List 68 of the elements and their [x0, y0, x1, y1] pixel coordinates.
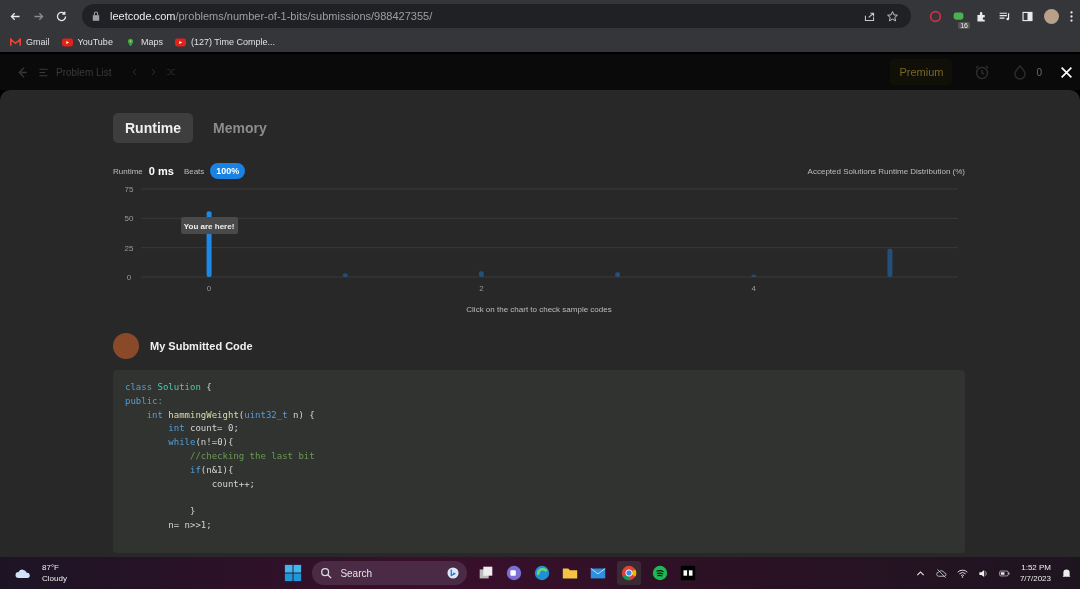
cloud-icon[interactable]: [14, 567, 32, 579]
code-line: n= n>>1;: [167, 518, 213, 532]
address-bar[interactable]: leetcode.com/problems/number-of-1-bits/submissions/988427355/: [82, 4, 911, 28]
lock-icon: [92, 11, 100, 21]
date: 7/7/2023: [1019, 573, 1051, 584]
taskbar-search-bar[interactable]: Search: [312, 561, 468, 585]
tab[interactable]: Memory: [201, 113, 279, 143]
bookmark[interactable]: Maps: [124, 37, 163, 47]
time: 1:52 PM: [1021, 562, 1051, 573]
code-line: }: [189, 505, 197, 519]
temperature: 87°F: [42, 562, 60, 573]
star-icon[interactable]: [886, 9, 899, 23]
runtime-value: 0 ms: [148, 165, 174, 177]
profile-avatar[interactable]: [1044, 8, 1059, 24]
extension-icon[interactable]: [929, 9, 942, 23]
reload-icon[interactable]: [55, 9, 68, 23]
beats-label: Beats: [183, 166, 205, 176]
bing-icon: [447, 567, 460, 579]
music-app-icon[interactable]: [651, 564, 670, 582]
x-tick-label: 2: [479, 284, 484, 293]
tab[interactable]: Runtime: [113, 113, 193, 143]
code-line: //checking the last bit: [189, 450, 316, 463]
tooltip: You are here!: [181, 217, 239, 234]
bookmark[interactable]: Gmail: [10, 37, 50, 47]
y-tick-label: 75: [124, 185, 134, 194]
extension-icon[interactable]: [952, 9, 965, 23]
y-tick-label: 25: [124, 243, 134, 253]
section-title: My Submitted Code: [150, 340, 253, 352]
edge-icon[interactable]: [533, 564, 552, 582]
code-line: public:: [125, 394, 164, 408]
bookmark[interactable]: YouTube: [61, 37, 113, 47]
play-icon: [174, 37, 186, 47]
side-panel-icon[interactable]: [1021, 9, 1034, 23]
battery-icon[interactable]: [998, 567, 1010, 579]
windows-start-icon[interactable]: [284, 564, 303, 582]
code-line: class Solution {: [125, 381, 213, 394]
taskbar-search-field[interactable]: Search: [338, 566, 442, 580]
code-line: if(n&1){: [189, 463, 235, 477]
app-icon[interactable]: [679, 564, 698, 582]
x-tick-label: 0: [206, 284, 212, 293]
search-icon: [320, 567, 333, 579]
chart-title: Accepted Solutions Runtime Distribution (%): [807, 166, 965, 176]
streak-count: 0: [1036, 66, 1042, 78]
notification-bell-icon[interactable]: [1061, 567, 1072, 579]
clock[interactable]: 1:52 PM 7/7/2023: [1019, 562, 1051, 584]
chart-hint: Click on the chart to check sample codes: [465, 305, 613, 314]
wifi-icon[interactable]: [956, 567, 968, 579]
weather-condition: Cloudy: [42, 573, 67, 584]
bookmark[interactable]: (127) Time Comple...: [174, 37, 275, 47]
code-line: int hammingWeight(uint32_t n) {: [145, 408, 316, 422]
mail-icon: [10, 37, 21, 47]
y-tick-label: 50: [124, 214, 134, 224]
menu-icon[interactable]: [1069, 9, 1074, 23]
play-icon: [61, 37, 73, 47]
cloud-off-icon[interactable]: [935, 567, 947, 579]
code-line: count++;: [210, 477, 257, 491]
x-tick-label: 4: [751, 284, 756, 293]
beats-badge: 100%: [210, 163, 246, 179]
y-tick-label: 0: [126, 273, 132, 282]
annotation: You are here!: [183, 221, 235, 231]
code-line: int count= 0;: [167, 422, 240, 436]
puzzle-icon[interactable]: [975, 9, 988, 23]
user-avatar: [113, 333, 139, 359]
chat-icon[interactable]: [505, 564, 524, 582]
code-line: while(n!=0){: [167, 436, 235, 450]
runtime-label: Runtime: [113, 166, 143, 176]
close-icon[interactable]: [1060, 65, 1073, 79]
chrome-icon[interactable]: [617, 561, 642, 585]
